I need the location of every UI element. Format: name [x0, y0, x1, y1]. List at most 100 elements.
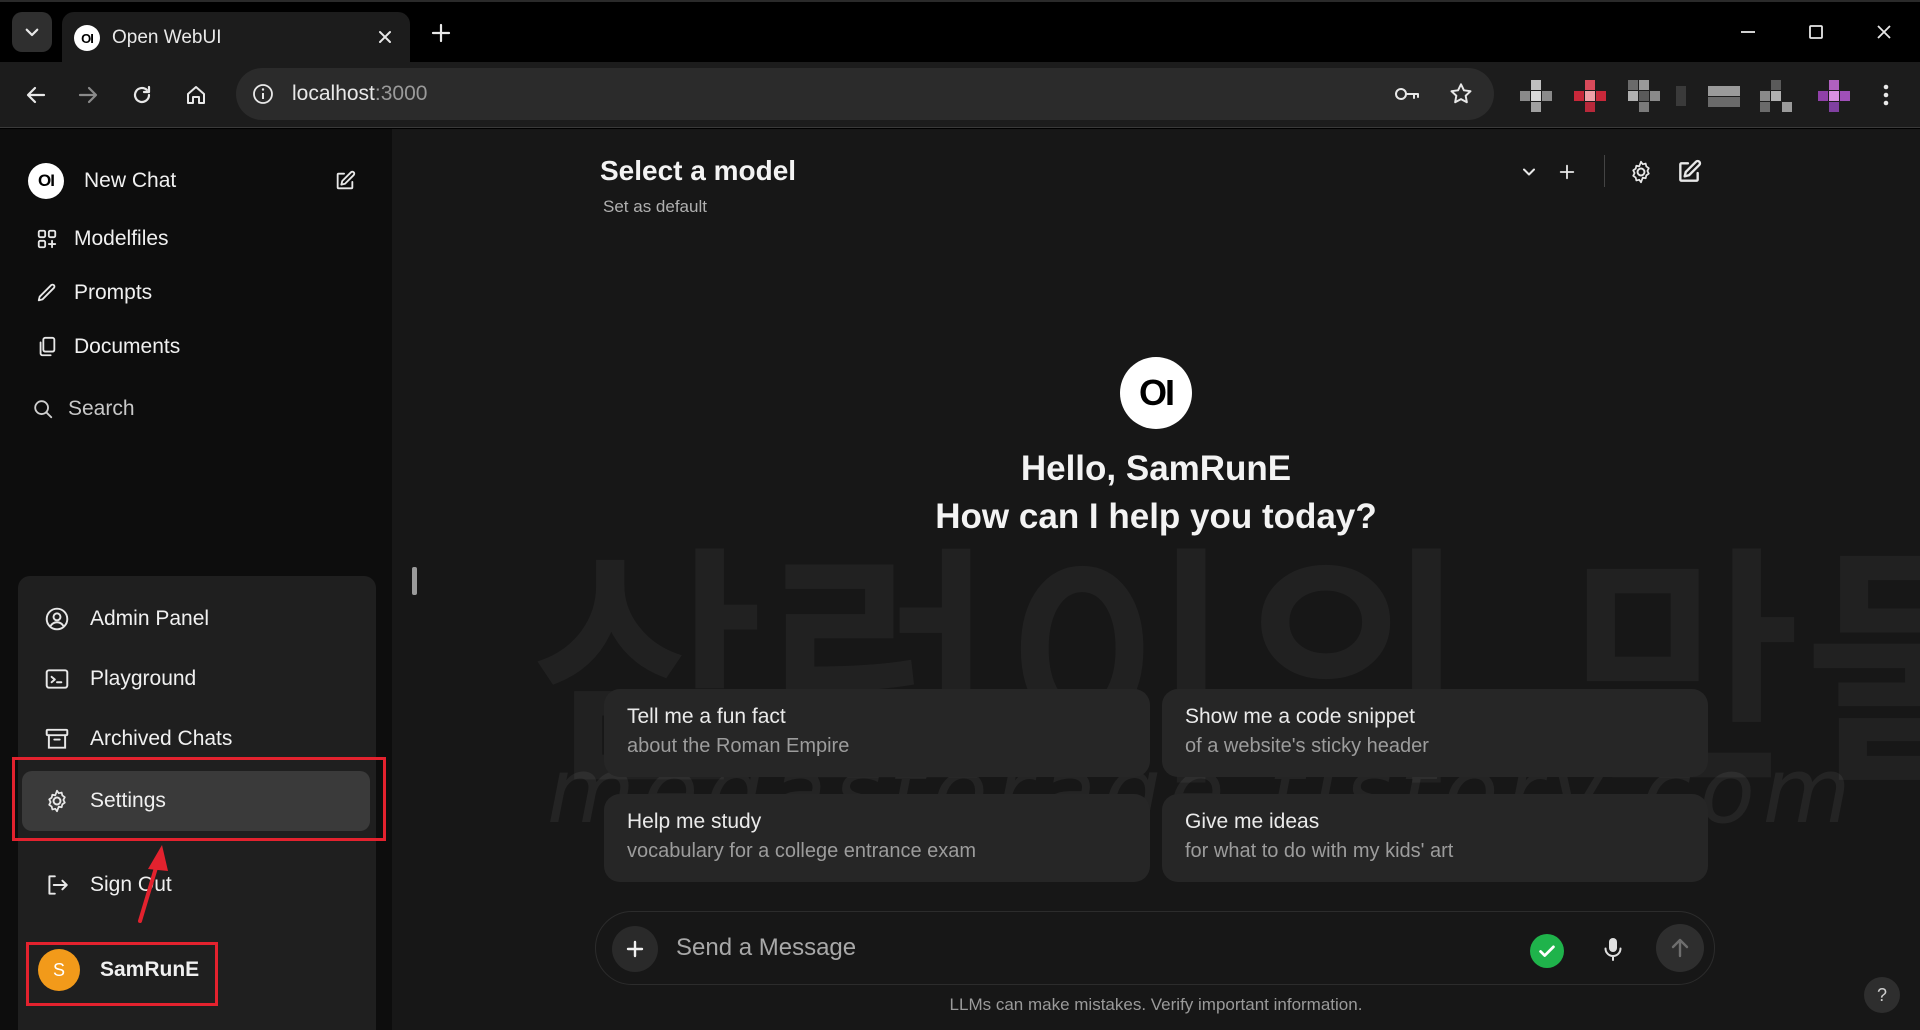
sign-out-icon: [44, 872, 70, 898]
home-icon: [187, 86, 205, 104]
microphone-icon: [1604, 938, 1622, 961]
home-button[interactable]: [176, 75, 216, 115]
browser-toolbar: localhost:3000: [0, 62, 1920, 128]
menu-admin-panel[interactable]: Admin Panel: [44, 599, 209, 639]
suggestion-card[interactable]: Help me study vocabulary for a college e…: [604, 794, 1150, 882]
sidebar-item-documents[interactable]: Documents: [34, 327, 180, 367]
arrow-up-icon: [1671, 938, 1689, 958]
model-selector-title[interactable]: Select a model: [600, 155, 796, 187]
browser-tab[interactable]: OI Open WebUI: [62, 12, 410, 64]
add-model-button[interactable]: [1550, 155, 1584, 189]
minimize-button[interactable]: [1724, 14, 1772, 50]
new-chat-button[interactable]: OI New Chat: [28, 157, 358, 205]
address-bar[interactable]: localhost:3000: [236, 68, 1494, 120]
extension-1-icon[interactable]: [1520, 80, 1552, 112]
gear-icon: [1632, 160, 1650, 184]
sidebar-item-prompts[interactable]: Prompts: [34, 273, 152, 313]
new-tab-button[interactable]: [424, 16, 458, 50]
forward-button[interactable]: [68, 75, 108, 115]
suggestion-title: Give me ideas: [1185, 810, 1320, 833]
message-composer: Send a Message: [595, 911, 1715, 985]
model-dropdown-button[interactable]: [1512, 155, 1546, 189]
help-button[interactable]: ?: [1864, 977, 1900, 1013]
maximize-button[interactable]: [1792, 14, 1840, 50]
sidebar-item-modelfiles[interactable]: Modelfiles: [34, 219, 169, 259]
modelfiles-icon: [34, 226, 60, 252]
minimize-icon: [1741, 31, 1755, 33]
bookmark-button[interactable]: [1444, 77, 1478, 111]
back-button[interactable]: [16, 75, 56, 115]
set-default-link[interactable]: Set as default: [603, 197, 707, 217]
arrow-left-icon: [26, 86, 46, 104]
tab-close-button[interactable]: [372, 24, 398, 50]
suggestion-title: Help me study: [627, 810, 762, 833]
plus-icon: [1559, 164, 1575, 180]
terminal-icon: [44, 666, 70, 692]
new-chat-label: New Chat: [84, 169, 177, 192]
openwebui-logo-icon: OI: [1120, 357, 1192, 429]
sidebar-search[interactable]: Search: [30, 389, 135, 429]
chat-settings-button[interactable]: [1624, 155, 1658, 189]
tab-title: Open WebUI: [112, 27, 222, 48]
url-text[interactable]: localhost:3000: [292, 82, 427, 106]
close-icon: [1877, 25, 1891, 39]
greeting-subtitle: How can I help you today?: [935, 497, 1377, 536]
sidebar: OI New Chat Modelfiles Prompts Documents: [0, 129, 392, 1030]
annotation-highlight-settings: [12, 757, 386, 841]
new-chat-header-button[interactable]: [1672, 155, 1706, 189]
chat-main: 삼런이의 만물상 megastorage.tistory.com Select …: [392, 129, 1920, 1030]
archive-icon: [44, 726, 70, 752]
reload-button[interactable]: [122, 75, 162, 115]
send-button[interactable]: [1656, 924, 1704, 972]
maximize-icon: [1809, 25, 1823, 39]
browser-menu-button[interactable]: [1866, 75, 1906, 115]
extension-2-icon[interactable]: [1574, 80, 1606, 112]
disclaimer-text: LLMs can make mistakes. Verify important…: [949, 995, 1363, 1014]
documents-icon: [34, 334, 60, 360]
greeting-title: Hello, SamRunE: [1020, 449, 1292, 488]
grammar-check-icon[interactable]: [1530, 934, 1564, 968]
suggestion-title: Show me a code snippet: [1185, 705, 1415, 728]
openwebui-favicon-icon: OI: [74, 25, 100, 51]
edit-icon[interactable]: [332, 168, 358, 194]
search-input[interactable]: Search: [68, 397, 135, 421]
sidebar-item-label: Modelfiles: [74, 227, 169, 250]
attach-button[interactable]: [612, 926, 658, 972]
extension-4-icon[interactable]: [1676, 80, 1686, 112]
menu-playground[interactable]: Playground: [44, 659, 196, 699]
more-vertical-icon: [1883, 84, 1889, 106]
extension-5-icon[interactable]: [1708, 80, 1740, 112]
suggestion-subtitle: for what to do with my kids' art: [1185, 840, 1454, 862]
annotation-highlight-user: [26, 942, 218, 1006]
url-port: :3000: [374, 82, 428, 105]
suggestion-card[interactable]: Show me a code snippet of a website's st…: [1162, 689, 1708, 777]
browser-titlebar: OI Open WebUI: [0, 0, 1920, 64]
site-info-button[interactable]: [246, 77, 280, 111]
extension-7-icon[interactable]: [1818, 80, 1850, 112]
password-key-button[interactable]: [1390, 77, 1424, 111]
tab-search-button[interactable]: [12, 12, 52, 52]
suggestion-card[interactable]: Tell me a fun fact about the Roman Empir…: [604, 689, 1150, 777]
suggestion-title: Tell me a fun fact: [627, 705, 786, 728]
microphone-button[interactable]: [1596, 932, 1630, 966]
search-icon: [30, 396, 56, 422]
message-input[interactable]: Send a Message: [676, 934, 856, 962]
menu-label: Playground: [90, 667, 197, 690]
plus-icon: [626, 940, 644, 958]
chevron-down-icon: [25, 28, 39, 37]
user-circle-icon: [44, 606, 70, 632]
suggestion-card[interactable]: Give me ideas for what to do with my kid…: [1162, 794, 1708, 882]
sidebar-item-label: Prompts: [74, 281, 153, 304]
extension-3-icon[interactable]: [1628, 80, 1660, 112]
url-host: localhost: [292, 82, 375, 105]
window-close-button[interactable]: [1860, 14, 1908, 50]
plus-icon: [431, 23, 451, 43]
sidebar-resize-handle[interactable]: [412, 567, 417, 595]
menu-archived-chats[interactable]: Archived Chats: [44, 719, 232, 759]
suggestion-subtitle: about the Roman Empire: [627, 735, 850, 757]
sidebar-item-label: Documents: [74, 335, 181, 358]
arrow-right-icon: [78, 86, 98, 104]
extension-6-icon[interactable]: [1760, 80, 1792, 112]
suggestion-subtitle: of a website's sticky header: [1185, 735, 1429, 757]
chevron-down-icon: [1523, 168, 1535, 176]
